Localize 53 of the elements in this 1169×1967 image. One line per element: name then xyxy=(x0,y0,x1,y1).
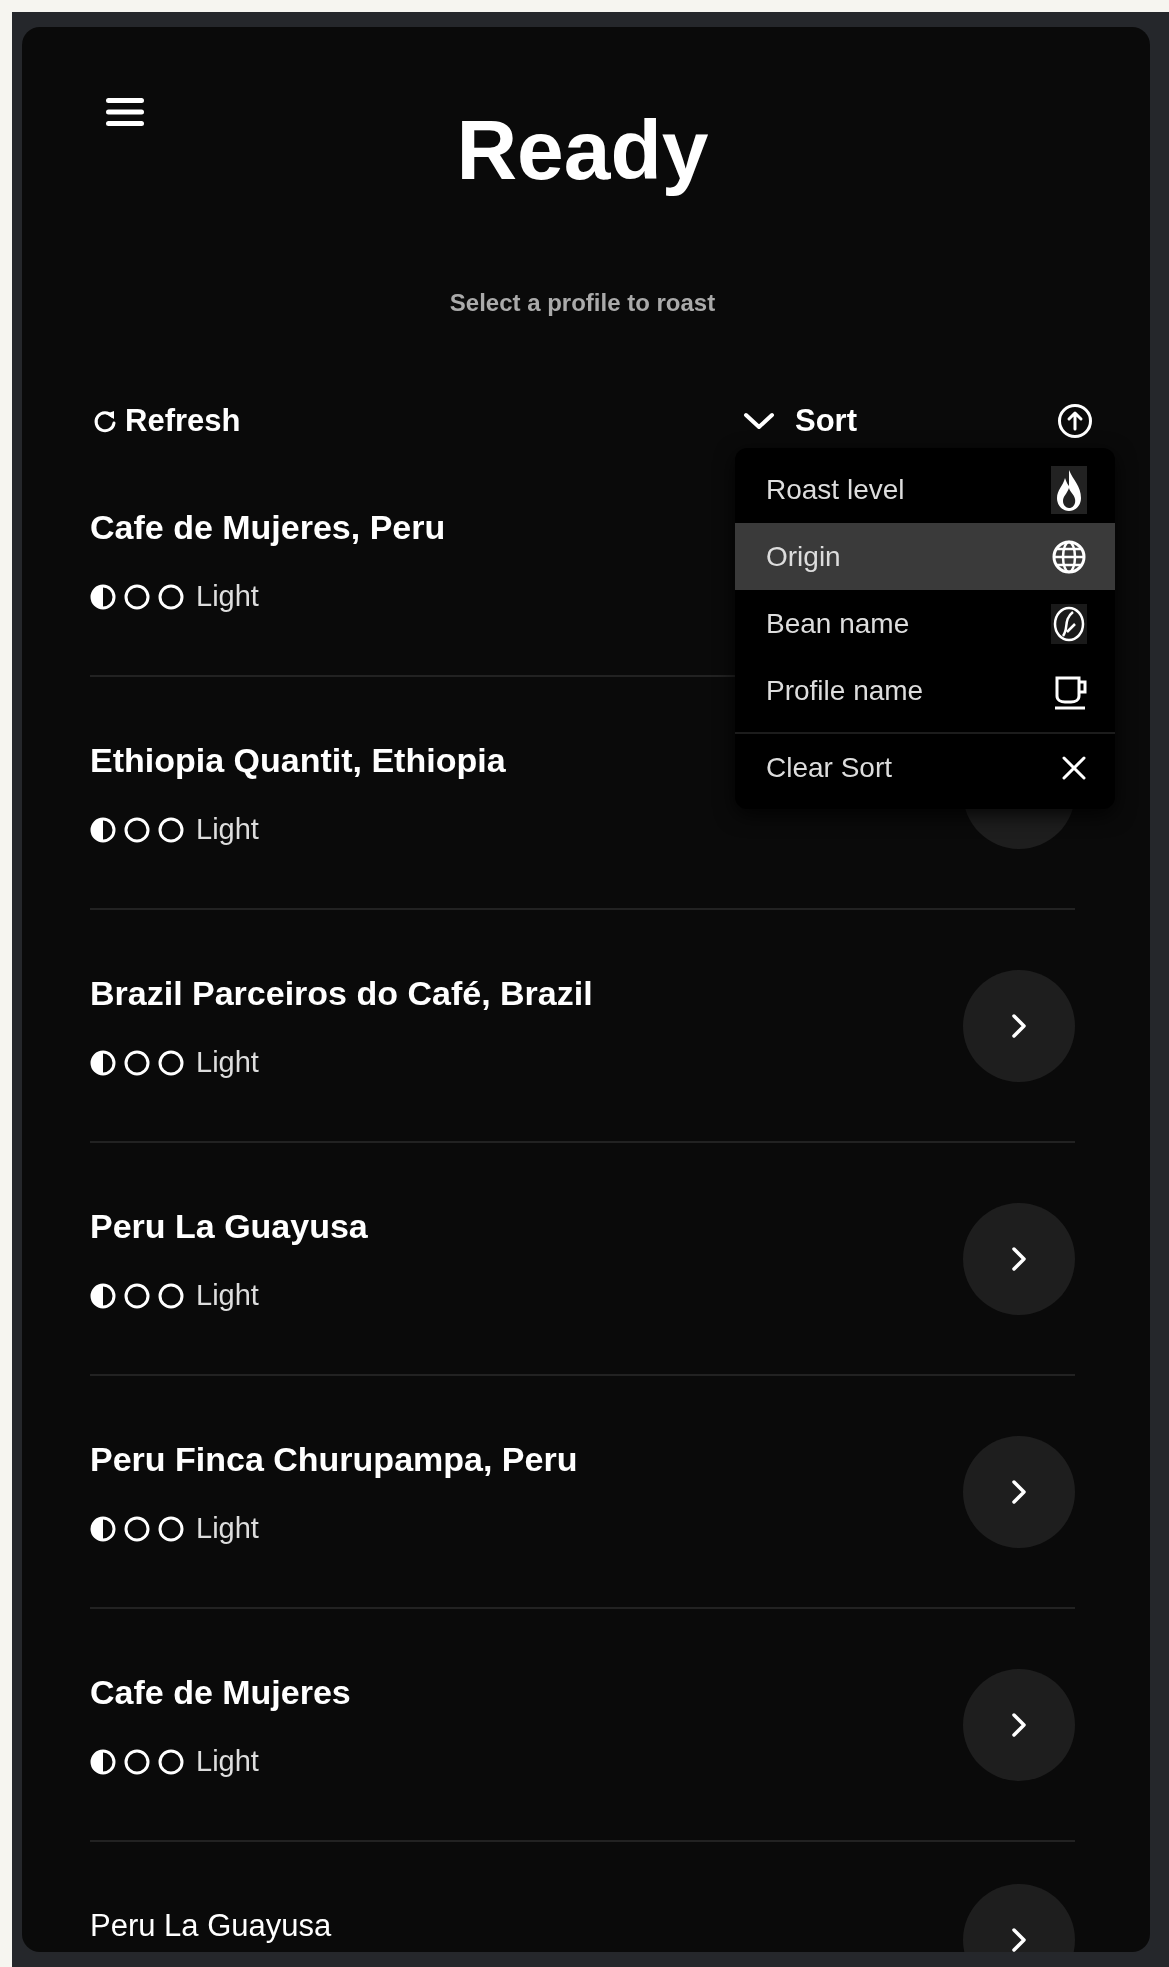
roast-label: Light xyxy=(196,1743,259,1779)
roast-label: Light xyxy=(196,1277,259,1313)
sort-option[interactable]: Bean name xyxy=(735,590,1115,657)
roast-dot-icon xyxy=(90,1748,116,1775)
flame-icon xyxy=(1051,465,1087,514)
profile-name: Ethiopia Quantit, Ethiopia xyxy=(90,739,506,781)
arrow-up-circle-icon[interactable] xyxy=(1057,403,1093,439)
globe-icon xyxy=(1051,538,1087,575)
roast-dot-icon xyxy=(124,816,150,843)
chevron-right-icon xyxy=(1010,1926,1028,1952)
chevron-right-icon xyxy=(1010,1477,1028,1506)
sort-option[interactable]: Origin xyxy=(735,523,1115,590)
roast-dot-icon xyxy=(124,1515,150,1542)
profile-name: Cafe de Mujeres, Peru xyxy=(90,506,446,548)
sort-option[interactable]: Roast level xyxy=(735,456,1115,523)
page-title: Ready xyxy=(456,102,709,199)
profile-name: Peru La Guayusa xyxy=(90,1907,332,1945)
roast-dot-icon xyxy=(158,1748,184,1775)
profile-name: Peru Finca Churupampa, Peru xyxy=(90,1438,578,1480)
roast-dot-icon xyxy=(158,1049,184,1076)
chevron-right-icon xyxy=(1010,1710,1028,1739)
coffee-bean-icon xyxy=(1051,603,1087,644)
roast-dot-icon xyxy=(90,1515,116,1542)
sort-option[interactable]: Profile name xyxy=(735,657,1115,724)
sort-button[interactable]: Sort xyxy=(743,403,857,439)
chevron-right-icon xyxy=(1010,1244,1028,1273)
menu-icon[interactable] xyxy=(106,96,144,128)
roast-dot-icon xyxy=(158,1282,184,1309)
refresh-button[interactable]: Refresh xyxy=(93,403,241,439)
refresh-icon xyxy=(93,408,117,434)
roast-label: Light xyxy=(196,578,259,614)
roast-dot-icon xyxy=(90,816,116,843)
roast-label: Light xyxy=(196,811,259,847)
roast-dot-icon xyxy=(124,583,150,610)
roast-dot-icon xyxy=(90,1282,116,1309)
roast-dot-icon xyxy=(158,583,184,610)
subtitle: Select a profile to roast xyxy=(448,288,717,318)
roast-dot-icon xyxy=(124,1282,150,1309)
roast-dot-icon xyxy=(124,1049,150,1076)
roast-dot-icon xyxy=(90,1049,116,1076)
profile-name: Brazil Parceiros do Café, Brazil xyxy=(90,972,593,1014)
roast-label: Light xyxy=(196,1044,259,1080)
chevron-icon xyxy=(743,411,775,431)
close-icon xyxy=(1061,754,1087,781)
clear-sort-button[interactable]: Clear Sort xyxy=(735,734,1115,801)
profile-name: Peru La Guayusa xyxy=(90,1205,368,1247)
roast-dot-icon xyxy=(124,1748,150,1775)
profile-name: Cafe de Mujeres xyxy=(90,1671,351,1713)
roast-dot-icon xyxy=(158,1515,184,1542)
roast-dot-icon xyxy=(158,816,184,843)
roast-label: Light xyxy=(196,1510,259,1546)
roast-dot-icon xyxy=(90,583,116,610)
chevron-right-icon xyxy=(1010,1011,1028,1040)
